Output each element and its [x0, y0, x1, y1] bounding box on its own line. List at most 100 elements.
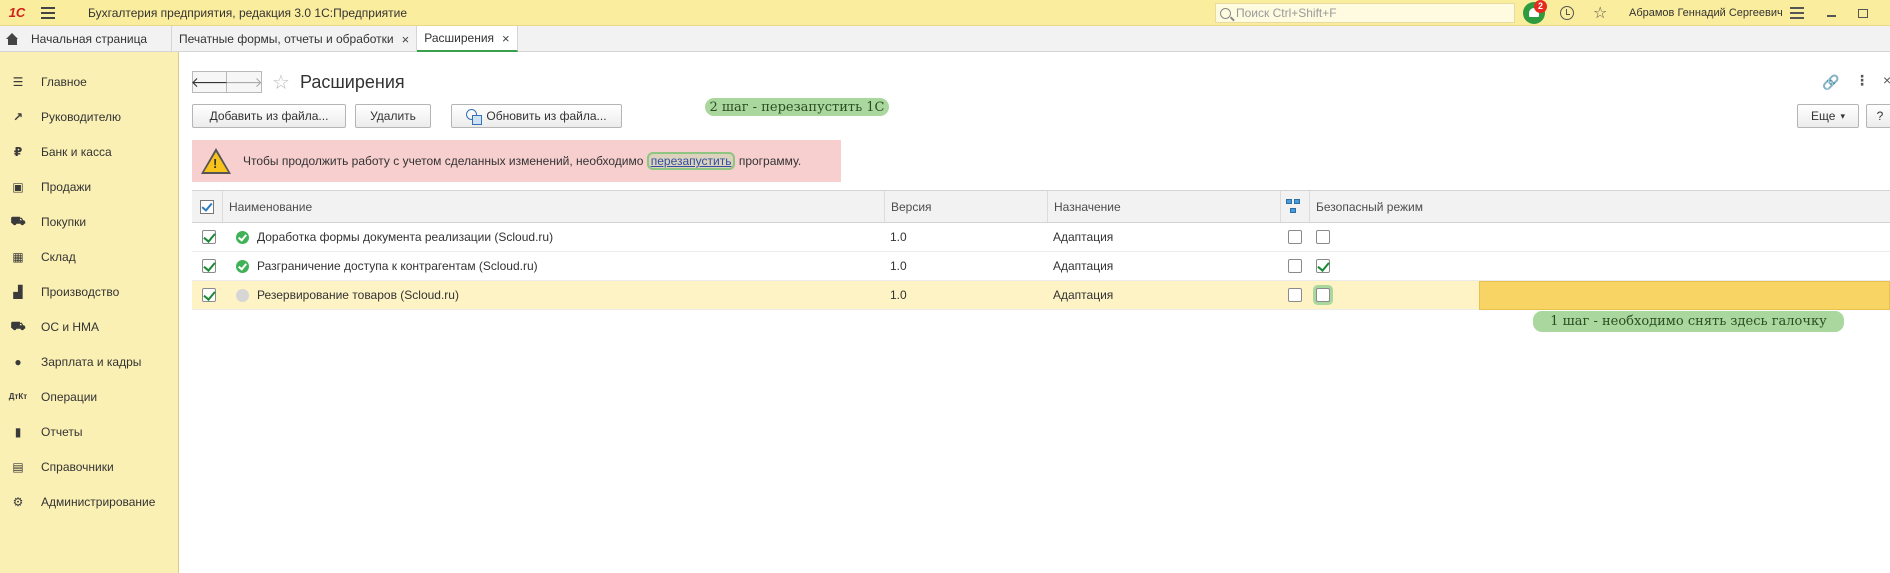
row-name: Разграничение доступа к контрагентам (Sc…	[257, 259, 538, 273]
header-safe-mode[interactable]: Безопасный режим	[1309, 191, 1890, 222]
row-name-cell: Доработка формы документа реализации (Sc…	[236, 223, 553, 251]
help-button[interactable]: ?	[1866, 104, 1890, 128]
close-icon[interactable]: ×	[1883, 72, 1890, 88]
data-separation-checkbox[interactable]	[1288, 259, 1302, 273]
sidebar-item-reports[interactable]: ▮ Отчеты	[0, 414, 178, 449]
sidebar-item-purchases[interactable]: ⛟ Покупки	[0, 204, 178, 239]
books-icon: ▤	[12, 459, 24, 474]
add-favorite-star-icon[interactable]: ☆	[272, 70, 290, 95]
main-menu-button[interactable]	[34, 0, 62, 26]
add-from-file-button[interactable]: Добавить из файла...	[192, 104, 346, 128]
sidebar-item-label: Покупки	[41, 214, 87, 229]
menu-icon: ☰	[12, 74, 24, 89]
table-row[interactable]: Доработка формы документа реализации (Sc…	[192, 223, 1890, 252]
update-from-file-button[interactable]: Обновить из файла...	[451, 104, 622, 128]
tab-home[interactable]: Начальная страница	[0, 26, 172, 52]
row-purpose: Адаптация	[1053, 288, 1114, 302]
sidebar-item-label: Зарплата и кадры	[41, 354, 142, 369]
gear-icon: ⚙	[12, 494, 24, 509]
status-ok-icon	[236, 259, 249, 273]
chevron-down-icon: ▾	[1840, 110, 1845, 121]
data-separation-checkbox[interactable]	[1288, 230, 1302, 244]
row-active-cell[interactable]	[202, 223, 216, 251]
safe-mode-checkbox[interactable]	[1316, 259, 1330, 273]
active-checkbox[interactable]	[202, 230, 216, 244]
network-icon	[1286, 198, 1302, 215]
safe-mode-checkbox[interactable]	[1316, 288, 1330, 302]
row-version: 1.0	[890, 259, 907, 273]
data-separation-checkbox[interactable]	[1288, 288, 1302, 302]
selected-cell-highlight	[1479, 281, 1890, 310]
row-name: Доработка формы документа реализации (Sc…	[257, 230, 554, 244]
sidebar-item-label: Продажи	[41, 179, 92, 194]
delete-button[interactable]: Удалить	[355, 104, 431, 128]
sidebar-item-bank[interactable]: ₽ Банк и касса	[0, 134, 178, 169]
table-row[interactable]: Разграничение доступа к контрагентам (Sc…	[192, 252, 1890, 281]
row-name: Резервирование товаров (Scloud.ru)	[257, 288, 459, 302]
warning-text-before: Чтобы продолжить работу с учетом сделанн…	[243, 154, 647, 168]
sidebar-item-payroll[interactable]: ● Зарплата и кадры	[0, 344, 178, 379]
sidebar-item-label: Банк и касса	[41, 144, 112, 159]
settings-menu-icon[interactable]	[1790, 7, 1804, 22]
trend-icon: ↗	[12, 109, 24, 124]
search-input[interactable]: Поиск Ctrl+Shift+F	[1215, 3, 1515, 23]
active-checkbox[interactable]	[202, 288, 216, 302]
sidebar-item-admin[interactable]: ⚙ Администрирование	[0, 484, 178, 519]
close-tab-icon[interactable]: ×	[402, 32, 410, 47]
sidebar-item-production[interactable]: ▟ Производство	[0, 274, 178, 309]
sidebar-item-sales[interactable]: ▣ Продажи	[0, 169, 178, 204]
tab-label: Расширения	[424, 31, 495, 45]
sidebar-item-label: Руководителю	[41, 109, 122, 124]
header-active-column[interactable]	[192, 191, 222, 222]
row-col5-cell[interactable]	[1288, 223, 1302, 251]
restore-window-icon[interactable]	[1858, 9, 1868, 18]
sidebar-item-label: Производство	[41, 284, 120, 299]
more-button[interactable]: Еще ▾	[1797, 104, 1859, 128]
header-purpose[interactable]: Назначение	[1047, 191, 1280, 222]
table-row-selected[interactable]: Резервирование товаров (Scloud.ru) 1.0 А…	[192, 281, 1890, 310]
row-safe-mode-cell[interactable]	[1316, 281, 1330, 309]
history-icon[interactable]	[1560, 6, 1574, 20]
sidebar-item-references[interactable]: ▤ Справочники	[0, 449, 178, 484]
row-active-cell[interactable]	[202, 281, 216, 309]
bar-chart-icon: ▮	[14, 424, 22, 439]
row-name-cell: Разграничение доступа к контрагентам (Sc…	[236, 252, 538, 280]
sidebar-item-operations[interactable]: ДтКт Операции	[0, 379, 178, 414]
header-name[interactable]: Наименование	[222, 191, 884, 222]
warehouse-icon: ▦	[12, 249, 24, 264]
link-icon[interactable]: 🔗	[1822, 74, 1839, 91]
row-purpose: Адаптация	[1053, 259, 1114, 273]
sidebar-item-assets[interactable]: ⛟ ОС и НМА	[0, 309, 178, 344]
row-active-cell[interactable]	[202, 252, 216, 280]
1c-logo: 1С	[8, 5, 26, 20]
close-tab-icon[interactable]: ×	[502, 31, 510, 46]
restart-link[interactable]: перезапустить	[646, 152, 736, 170]
active-checkbox[interactable]	[202, 259, 216, 273]
row-col5-cell[interactable]	[1288, 252, 1302, 280]
favorites-star-icon[interactable]: ☆	[1593, 3, 1607, 23]
sidebar-item-main[interactable]: ☰ Главное	[0, 64, 178, 99]
warning-icon: !	[201, 148, 231, 174]
bag-icon: ▣	[12, 179, 24, 194]
minimize-window-icon[interactable]	[1827, 15, 1836, 17]
tab-extensions[interactable]: Расширения ×	[417, 26, 518, 52]
tab-label: Начальная страница	[31, 32, 148, 46]
row-col5-cell[interactable]	[1288, 281, 1302, 309]
sidebar-item-label: Администрирование	[41, 494, 156, 509]
sidebar-item-warehouse[interactable]: ▦ Склад	[0, 239, 178, 274]
step2-callout: 2 шаг - перезапустить 1С	[705, 98, 889, 116]
back-button[interactable]: 🡐	[191, 71, 228, 93]
forward-button[interactable]: 🡒	[225, 71, 263, 93]
row-safe-mode-cell[interactable]	[1316, 223, 1330, 251]
user-name[interactable]: Абрамов Геннадий Сергеевич	[1629, 7, 1783, 19]
search-placeholder: Поиск Ctrl+Shift+F	[1236, 6, 1337, 20]
header-data-separation[interactable]	[1280, 191, 1309, 222]
tab-print-forms[interactable]: Печатные формы, отчеты и обработки ×	[172, 26, 418, 52]
refresh-icon	[466, 109, 483, 125]
more-actions-icon[interactable]: ⋮	[1855, 72, 1869, 89]
safe-mode-checkbox[interactable]	[1316, 230, 1330, 244]
sidebar-item-manager[interactable]: ↗ Руководителю	[0, 99, 178, 134]
header-version[interactable]: Версия	[884, 191, 1047, 222]
step1-callout: 1 шаг - необходимо снять здесь галочку	[1533, 311, 1844, 332]
row-safe-mode-cell[interactable]	[1316, 252, 1330, 280]
